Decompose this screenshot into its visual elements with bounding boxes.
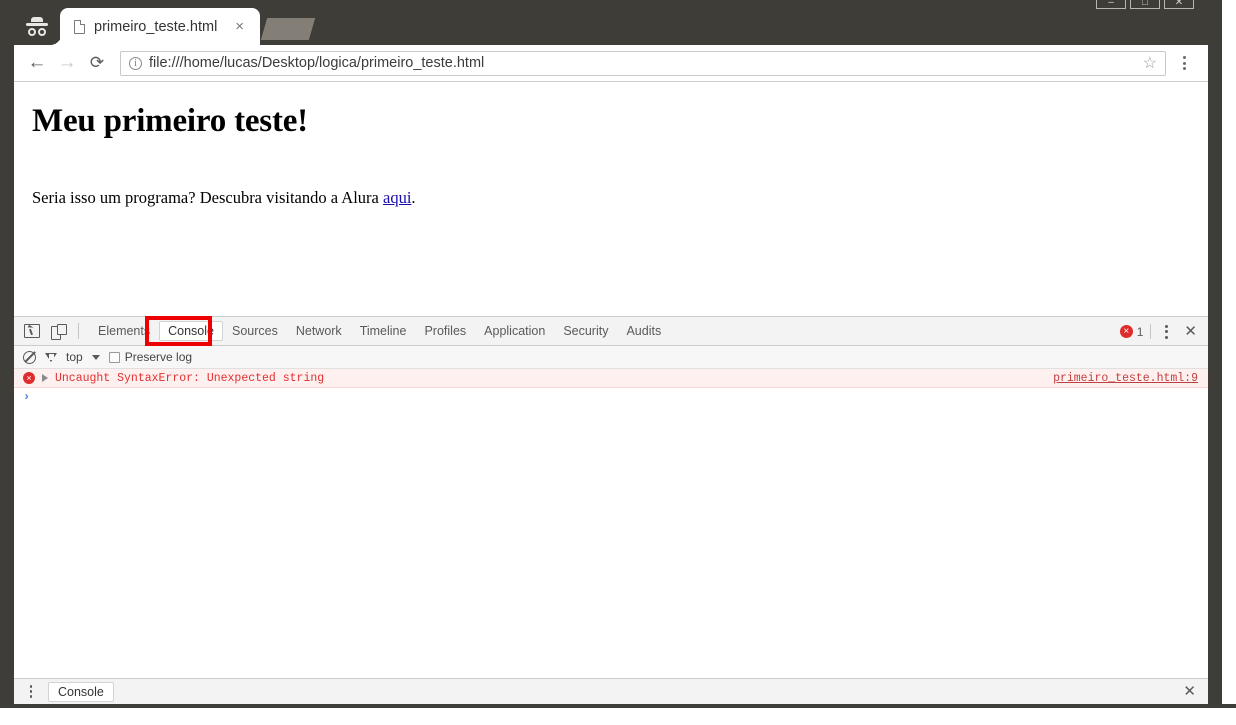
devtools-menu-icon[interactable]: [1158, 324, 1174, 339]
tab-elements[interactable]: Elements: [89, 321, 159, 341]
expand-arrow-icon[interactable]: [42, 374, 48, 382]
page-file-icon: [74, 19, 85, 34]
execution-context-select[interactable]: top: [66, 350, 83, 364]
device-toolbar-icon[interactable]: [51, 324, 67, 340]
tab-network[interactable]: Network: [287, 321, 351, 341]
console-prompt-caret: ›: [23, 390, 31, 404]
error-badge-count: 1: [1136, 324, 1144, 339]
console-error-row[interactable]: × Uncaught SyntaxError: Unexpected strin…: [14, 369, 1208, 388]
chevron-down-icon[interactable]: [91, 354, 100, 360]
address-bar-url: file:///home/lucas/Desktop/logica/primei…: [149, 55, 485, 71]
tab-audits[interactable]: Audits: [617, 321, 670, 341]
page-paragraph: Seria isso um programa? Descubra visitan…: [32, 188, 1198, 208]
preserve-log-label[interactable]: Preserve log: [125, 350, 192, 364]
incognito-glasses: [28, 27, 46, 36]
page-viewport: Meu primeiro teste! Seria isso um progra…: [14, 82, 1208, 316]
devtools-panel: Elements Console Sources Network Timelin…: [14, 316, 1208, 704]
toolbar-divider: [78, 323, 79, 339]
window-controls: – □ ✕: [1096, 0, 1194, 9]
tab-sources[interactable]: Sources: [223, 321, 287, 341]
inspect-element-icon[interactable]: [24, 324, 40, 338]
error-icon: ×: [23, 372, 35, 384]
console-prompt-row[interactable]: ›: [14, 388, 1208, 406]
forward-button[interactable]: →: [52, 48, 82, 78]
console-error-source-link[interactable]: primeiro_teste.html:9: [1053, 372, 1198, 385]
console-message-list: × Uncaught SyntaxError: Unexpected strin…: [14, 369, 1208, 654]
reload-button[interactable]: ⟳: [82, 48, 112, 78]
window-minimize-button[interactable]: –: [1096, 0, 1126, 9]
window-frame-left-edge: [0, 0, 14, 704]
tab-timeline[interactable]: Timeline: [351, 321, 416, 341]
window-maximize-button[interactable]: □: [1130, 0, 1160, 9]
devtools-close-icon[interactable]: ✕: [1181, 324, 1200, 339]
browser-tab-title: primeiro_teste.html: [94, 18, 218, 35]
incognito-hat-top: [31, 16, 43, 22]
site-info-icon[interactable]: i: [129, 56, 142, 70]
browser-tabstrip: primeiro_teste.html × – □ ✕: [14, 0, 1208, 45]
incognito-hat-brim: [26, 22, 48, 26]
back-button[interactable]: ←: [22, 48, 52, 78]
new-tab-button[interactable]: [260, 18, 316, 40]
browser-menu-icon[interactable]: [1170, 49, 1198, 77]
error-badge[interactable]: × 1: [1119, 324, 1144, 339]
filter-icon[interactable]: [45, 352, 57, 362]
tab-console[interactable]: Console: [159, 321, 223, 341]
preserve-log-checkbox[interactable]: [108, 351, 120, 363]
devtools-toolbar: Elements Console Sources Network Timelin…: [14, 316, 1208, 346]
clear-console-icon[interactable]: [23, 350, 36, 364]
incognito-glass-left: [28, 27, 36, 36]
paragraph-text-before: Seria isso um programa? Descubra visitan…: [32, 188, 383, 207]
paragraph-text-after: .: [411, 188, 416, 207]
bookmark-star-icon[interactable]: ☆: [1143, 53, 1157, 73]
drawer-close-icon[interactable]: ✕: [1183, 684, 1196, 699]
browser-tab-active[interactable]: primeiro_teste.html ×: [50, 8, 260, 45]
address-bar[interactable]: i file:///home/lucas/Desktop/logica/prim…: [120, 50, 1166, 76]
drawer-tab-console[interactable]: Console: [48, 681, 114, 702]
tab-application[interactable]: Application: [475, 321, 554, 341]
tab-security[interactable]: Security: [554, 321, 617, 341]
window-close-button[interactable]: ✕: [1164, 0, 1194, 9]
incognito-icon: [20, 12, 54, 40]
devtools-toolbar-right: × 1 ✕: [1119, 317, 1200, 346]
tab-close-icon[interactable]: ×: [235, 19, 244, 34]
toolbar-divider-right: [1150, 324, 1152, 339]
page-title: Meu primeiro teste!: [32, 103, 308, 139]
error-badge-icon: ×: [1119, 325, 1133, 338]
incognito-glass-right: [38, 27, 46, 36]
drawer-menu-icon[interactable]: [24, 685, 38, 698]
window-frame-bottom-edge: [0, 704, 1236, 708]
window-frame-right-edge: [1208, 0, 1222, 704]
devtools-drawer: Console ✕: [14, 678, 1208, 704]
browser-toolbar: ← → ⟳ i file:///home/lucas/Desktop/logic…: [14, 45, 1208, 82]
tab-profiles[interactable]: Profiles: [415, 321, 475, 341]
console-error-message: Uncaught SyntaxError: Unexpected string: [55, 371, 325, 385]
console-filter-bar: top Preserve log: [14, 346, 1208, 369]
alura-link[interactable]: aqui: [383, 188, 411, 207]
